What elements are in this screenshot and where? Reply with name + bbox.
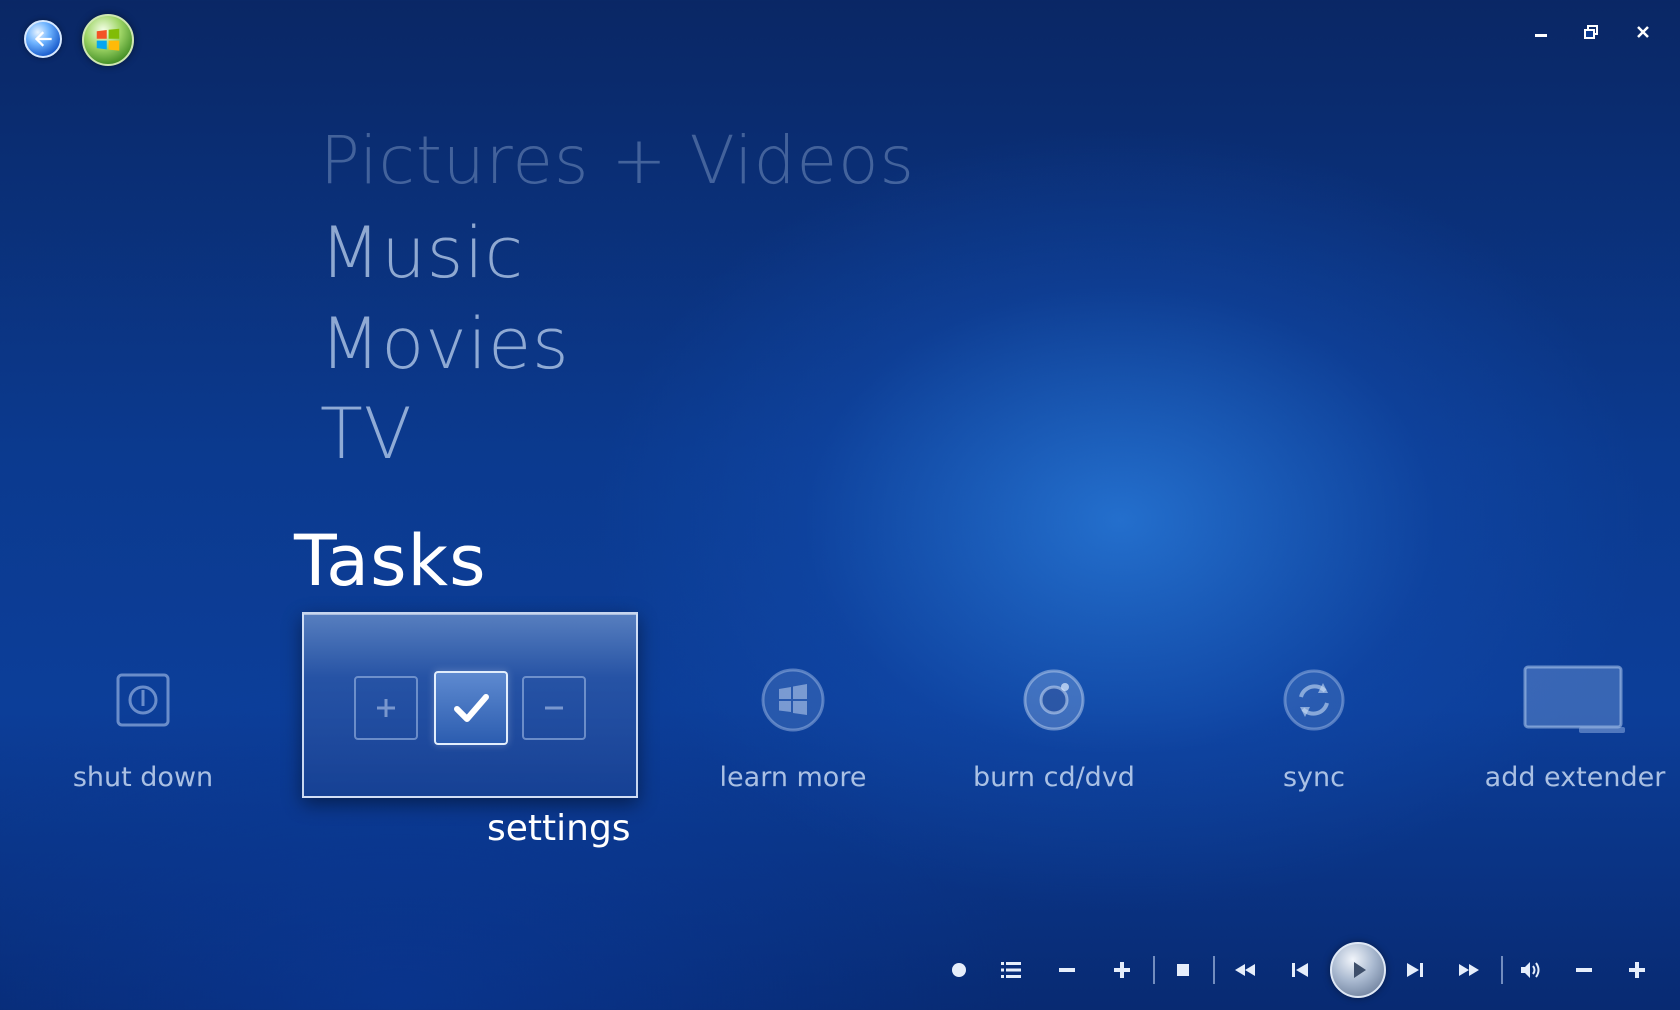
- rewind-button[interactable]: [1224, 940, 1266, 1000]
- task-label: shut down: [72, 762, 214, 793]
- restore-icon: [1584, 25, 1598, 39]
- check-box: [434, 671, 508, 745]
- minimize-icon: [1535, 34, 1547, 37]
- list-icon: [1001, 962, 1021, 978]
- fast-forward-icon: [1459, 964, 1479, 976]
- task-shut-down[interactable]: shut down: [33, 660, 253, 793]
- windows-logo-icon: [761, 668, 825, 732]
- task-settings-tile[interactable]: [302, 612, 638, 798]
- windows-orb-icon: [96, 28, 120, 51]
- skip-previous-icon: [1292, 963, 1308, 977]
- task-settings-label: settings: [487, 808, 631, 849]
- play-icon: [1354, 962, 1366, 978]
- previous-button[interactable]: [1280, 940, 1320, 1000]
- task-sync[interactable]: sync: [1204, 660, 1424, 793]
- menu-tv[interactable]: TV: [320, 393, 413, 475]
- record-icon: [952, 963, 966, 977]
- disc-icon: [1023, 669, 1085, 731]
- task-learn-more[interactable]: learn more: [683, 660, 903, 793]
- next-button[interactable]: [1395, 940, 1435, 1000]
- back-arrow-icon: [34, 31, 52, 47]
- menu-music[interactable]: Music: [320, 212, 524, 294]
- volume-icon: [1521, 962, 1540, 978]
- mute-button[interactable]: [1510, 940, 1550, 1000]
- minus-icon: [1059, 968, 1075, 972]
- close-button[interactable]: [1628, 20, 1658, 44]
- restore-button[interactable]: [1576, 20, 1606, 44]
- minus-box: [522, 676, 586, 740]
- stop-button[interactable]: [1164, 940, 1202, 1000]
- separator: [1153, 956, 1155, 984]
- tv-screen-icon: [1523, 665, 1625, 733]
- skip-next-icon: [1407, 963, 1423, 977]
- menu-tasks[interactable]: Tasks: [294, 520, 487, 602]
- fast-forward-button[interactable]: [1448, 940, 1490, 1000]
- task-label: learn more: [719, 762, 867, 793]
- close-icon: [1637, 26, 1649, 38]
- menu-pictures-videos[interactable]: Pictures + Videos: [320, 122, 915, 199]
- rewind-icon: [1235, 964, 1255, 976]
- minimize-button[interactable]: [1526, 20, 1556, 44]
- channel-up-button[interactable]: [1103, 940, 1141, 1000]
- start-button[interactable]: [82, 14, 134, 66]
- volume-down-button[interactable]: [1565, 940, 1603, 1000]
- power-icon: [116, 673, 170, 727]
- stop-icon: [1177, 964, 1189, 976]
- separator: [1501, 956, 1503, 984]
- task-label: add extender: [1484, 762, 1666, 793]
- record-button[interactable]: [940, 940, 978, 1000]
- task-burn-cd-dvd[interactable]: burn cd/dvd: [944, 660, 1164, 793]
- channel-down-button[interactable]: [1048, 940, 1086, 1000]
- task-label: burn cd/dvd: [973, 762, 1135, 793]
- transport-controls: [940, 940, 1660, 1000]
- minus-icon: [1576, 968, 1592, 972]
- play-button[interactable]: [1330, 942, 1386, 998]
- plus-box: [354, 676, 418, 740]
- task-add-extender[interactable]: add extender: [1465, 660, 1680, 793]
- guide-button[interactable]: [992, 940, 1030, 1000]
- plus-icon: [1629, 962, 1645, 978]
- back-button[interactable]: [24, 20, 62, 58]
- checkmark-icon: [454, 694, 489, 722]
- sync-icon: [1283, 669, 1345, 731]
- task-label: sync: [1282, 762, 1345, 793]
- menu-movies[interactable]: Movies: [320, 303, 570, 385]
- plus-icon: [1114, 962, 1130, 978]
- minus-icon: [545, 706, 563, 710]
- plus-icon: [377, 699, 395, 717]
- volume-up-button[interactable]: [1618, 940, 1656, 1000]
- separator: [1213, 956, 1215, 984]
